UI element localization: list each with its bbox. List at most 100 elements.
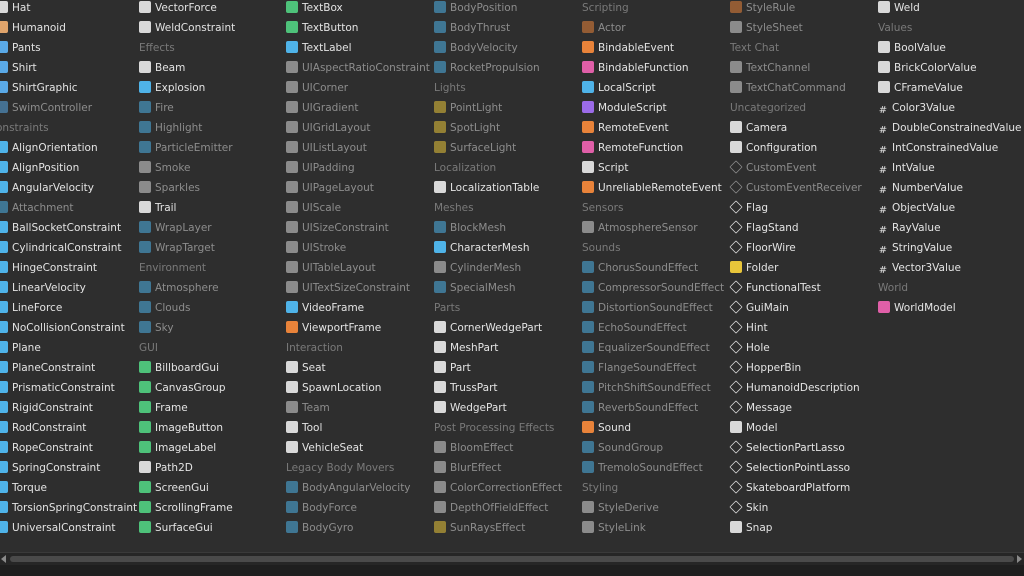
object-item[interactable]: RodConstraint <box>0 418 86 438</box>
object-item[interactable]: StyleSheet <box>730 18 803 38</box>
object-item[interactable]: RocketPropulsion <box>434 58 540 78</box>
object-item[interactable]: Beam <box>139 58 185 78</box>
object-item[interactable]: PrismaticConstraint <box>0 378 115 398</box>
object-item[interactable]: Hint <box>729 318 768 338</box>
object-item[interactable]: UIScale <box>286 198 341 218</box>
object-item[interactable]: CanvasGroup <box>139 378 226 398</box>
object-item[interactable]: UIGridLayout <box>286 118 371 138</box>
object-item[interactable]: NoCollisionConstraint <box>0 318 125 338</box>
object-item[interactable]: MeshPart <box>434 338 498 358</box>
object-item[interactable]: BindableEvent <box>582 38 674 58</box>
object-item[interactable]: Highlight <box>139 118 202 138</box>
object-item[interactable]: FlangeSoundEffect <box>582 358 696 378</box>
object-item[interactable]: Script <box>582 158 628 178</box>
object-item[interactable]: RopeConstraint <box>0 438 93 458</box>
object-item[interactable]: Tool <box>286 418 322 438</box>
object-item[interactable]: Attachment <box>0 198 74 218</box>
object-item[interactable]: WeldConstraint <box>139 18 235 38</box>
object-item[interactable]: Hole <box>729 338 770 358</box>
object-item[interactable]: Explosion <box>139 78 205 98</box>
object-item[interactable]: ParticleEmitter <box>139 138 233 158</box>
object-item[interactable]: BodyThrust <box>434 18 510 38</box>
object-item[interactable]: EqualizerSoundEffect <box>582 338 710 358</box>
object-item[interactable]: TremoloSoundEffect <box>582 458 703 478</box>
object-item[interactable]: # IntConstrainedValue <box>878 138 998 158</box>
object-item[interactable]: TextChatCommand <box>730 78 846 98</box>
scroll-right-arrow-icon[interactable] <box>1017 555 1022 563</box>
object-item[interactable]: Message <box>729 398 792 418</box>
object-item[interactable]: Hat <box>0 0 30 18</box>
object-item[interactable]: WrapLayer <box>139 218 212 238</box>
object-item[interactable]: DistortionSoundEffect <box>582 298 713 318</box>
object-item[interactable]: # DoubleConstrainedValue <box>878 118 1022 138</box>
object-item[interactable]: UIGradient <box>286 98 358 118</box>
object-item[interactable]: LocalScript <box>582 78 656 98</box>
object-item[interactable]: Clouds <box>139 298 190 318</box>
object-item[interactable]: Frame <box>139 398 188 418</box>
object-item[interactable]: CharacterMesh <box>434 238 529 258</box>
object-item[interactable]: HumanoidDescription <box>729 378 860 398</box>
object-item[interactable]: Team <box>286 398 330 418</box>
object-item[interactable]: PointLight <box>434 98 502 118</box>
object-item[interactable]: BallSocketConstraint <box>0 218 121 238</box>
object-item[interactable]: ChorusSoundEffect <box>582 258 698 278</box>
object-item[interactable]: BodyVelocity <box>434 38 518 58</box>
object-item[interactable]: SpawnLocation <box>286 378 381 398</box>
horizontal-scrollbar[interactable] <box>0 552 1024 565</box>
object-item[interactable]: CFrameValue <box>878 78 963 98</box>
object-item[interactable]: VideoFrame <box>286 298 364 318</box>
object-item[interactable]: BindableFunction <box>582 58 689 78</box>
object-item[interactable]: LinearVelocity <box>0 278 86 298</box>
object-item[interactable]: FloorWire <box>729 238 796 258</box>
scroll-left-arrow-icon[interactable] <box>1 555 6 563</box>
object-item[interactable]: SelectionPartLasso <box>729 438 845 458</box>
object-item[interactable]: Smoke <box>139 158 190 178</box>
object-item[interactable]: BodyAngularVelocity <box>286 478 411 498</box>
object-item[interactable]: AtmosphereSensor <box>582 218 698 238</box>
object-item[interactable]: AlignPosition <box>0 158 79 178</box>
object-item[interactable]: # RayValue <box>878 218 941 238</box>
object-item[interactable]: RigidConstraint <box>0 398 93 418</box>
object-item[interactable]: CompressorSoundEffect <box>582 278 724 298</box>
object-item[interactable]: UITableLayout <box>286 258 376 278</box>
object-item[interactable]: UIPadding <box>286 158 355 178</box>
object-item[interactable]: SurfaceLight <box>434 138 516 158</box>
object-item[interactable]: UIStroke <box>286 238 346 258</box>
object-item[interactable]: UISizeConstraint <box>286 218 389 238</box>
object-item[interactable]: Path2D <box>139 458 193 478</box>
object-item[interactable]: RemoteEvent <box>582 118 669 138</box>
object-item[interactable]: ViewportFrame <box>286 318 381 338</box>
object-item[interactable]: Seat <box>286 358 326 378</box>
object-item[interactable]: CylindricalConstraint <box>0 238 122 258</box>
object-item[interactable]: BodyForce <box>286 498 357 518</box>
object-item[interactable]: LocalizationTable <box>434 178 539 198</box>
object-item[interactable]: WorldModel <box>878 298 956 318</box>
object-item[interactable]: ModuleScript <box>582 98 667 118</box>
object-item[interactable]: BodyPosition <box>434 0 517 18</box>
object-item[interactable]: VectorForce <box>139 0 217 18</box>
object-item[interactable]: Weld <box>878 0 920 18</box>
object-item[interactable]: Skin <box>729 498 768 518</box>
object-item[interactable]: SwimController <box>0 98 92 118</box>
object-item[interactable]: Model <box>730 418 778 438</box>
object-item[interactable]: ShirtGraphic <box>0 78 78 98</box>
object-item[interactable]: BloomEffect <box>434 438 513 458</box>
object-item[interactable]: GuiMain <box>729 298 789 318</box>
object-item[interactable]: SpotLight <box>434 118 500 138</box>
object-item[interactable]: Sound <box>582 418 631 438</box>
object-item[interactable]: EchoSoundEffect <box>582 318 687 338</box>
object-item[interactable]: FlagStand <box>729 218 799 238</box>
object-item[interactable]: # Color3Value <box>878 98 955 118</box>
object-item[interactable]: AlignOrientation <box>0 138 98 158</box>
object-item[interactable]: Folder <box>730 258 778 278</box>
object-item[interactable]: # NumberValue <box>878 178 963 198</box>
object-item[interactable]: Flag <box>729 198 768 218</box>
scrollbar-thumb[interactable] <box>10 556 1014 562</box>
object-item[interactable]: SpringConstraint <box>0 458 100 478</box>
object-item[interactable]: Humanoid <box>0 18 66 38</box>
object-item[interactable]: SkateboardPlatform <box>729 478 850 498</box>
object-item[interactable]: UnreliableRemoteEvent <box>582 178 722 198</box>
object-item[interactable]: FunctionalTest <box>729 278 821 298</box>
object-item[interactable]: UIPageLayout <box>286 178 374 198</box>
object-item[interactable]: RemoteFunction <box>582 138 683 158</box>
